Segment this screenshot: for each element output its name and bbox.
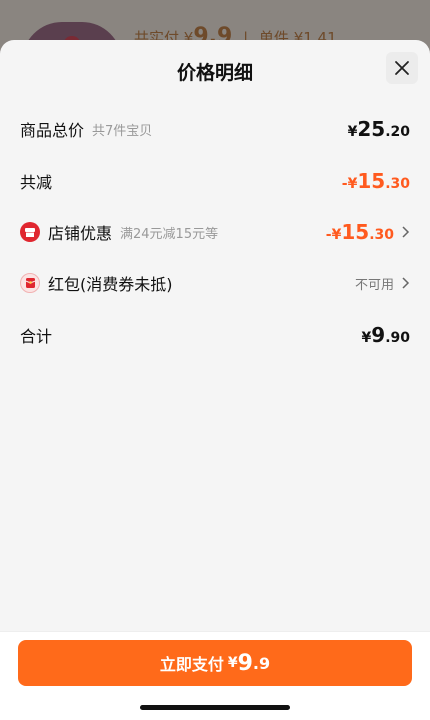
price-decimal: .30 (385, 176, 410, 192)
grand-total-price: ¥9.90 (362, 323, 410, 347)
price-integer: 9 (371, 323, 386, 347)
row-label: 红包(消费券未抵) (48, 275, 173, 294)
close-icon (395, 61, 409, 75)
total-discount-price: -¥ 15.30 (342, 169, 410, 193)
row-store-discount[interactable]: 店铺优惠 满24元减15元等 -¥ 15.30 (20, 217, 410, 247)
pay-button-decimal: .9 (252, 653, 271, 673)
price-currency: -¥ (341, 176, 358, 192)
bottom-action-bar: 立即支付 ¥9.9 (0, 631, 430, 720)
price-decimal: .90 (385, 330, 410, 346)
close-button[interactable] (386, 52, 418, 84)
pay-button-integer: 9 (237, 650, 253, 676)
price-decimal: .30 (369, 227, 394, 243)
row-sub: 满24元减15元等 (120, 226, 219, 242)
pay-now-button[interactable]: 立即支付 ¥9.9 (18, 640, 412, 686)
row-grand-total: 合计 ¥9.90 (20, 320, 410, 350)
row-sub: 共7件宝贝 (92, 123, 153, 139)
price-currency: -¥ (325, 227, 342, 243)
row-label: 商品总价 (20, 121, 85, 140)
red-packet-status: 不可用 (354, 277, 394, 293)
row-label: 合计 (20, 327, 53, 346)
row-item-total: 商品总价 共7件宝贝 ¥25.20 (20, 114, 410, 144)
row-total-discount: 共减 -¥ 15.30 (20, 166, 410, 196)
price-currency: ¥ (347, 124, 358, 140)
sheet-title: 价格明细 (176, 62, 253, 84)
chevron-right-icon (402, 277, 410, 289)
store-icon (20, 222, 40, 242)
price-detail-sheet: 价格明细 商品总价 共7件宝贝 ¥25.20 共减 -¥ 15.30 店铺优惠 满… (0, 40, 430, 720)
price-integer: 25 (357, 117, 386, 141)
row-red-packet[interactable]: 红包(消费券未抵) 不可用 (20, 268, 410, 298)
store-discount-price: -¥ 15.30 (326, 220, 394, 244)
pay-button-label: 立即支付 (159, 655, 224, 674)
price-integer: 15 (341, 220, 370, 244)
item-total-price: ¥25.20 (348, 117, 410, 141)
chevron-right-icon (402, 226, 410, 238)
row-label: 共减 (20, 173, 53, 192)
row-label: 店铺优惠 (48, 224, 113, 243)
price-integer: 15 (357, 169, 386, 193)
price-decimal: .20 (385, 124, 410, 140)
pay-button-currency: ¥ (227, 655, 238, 671)
price-currency: ¥ (361, 330, 372, 346)
home-indicator (140, 705, 290, 710)
red-packet-icon (20, 273, 40, 293)
